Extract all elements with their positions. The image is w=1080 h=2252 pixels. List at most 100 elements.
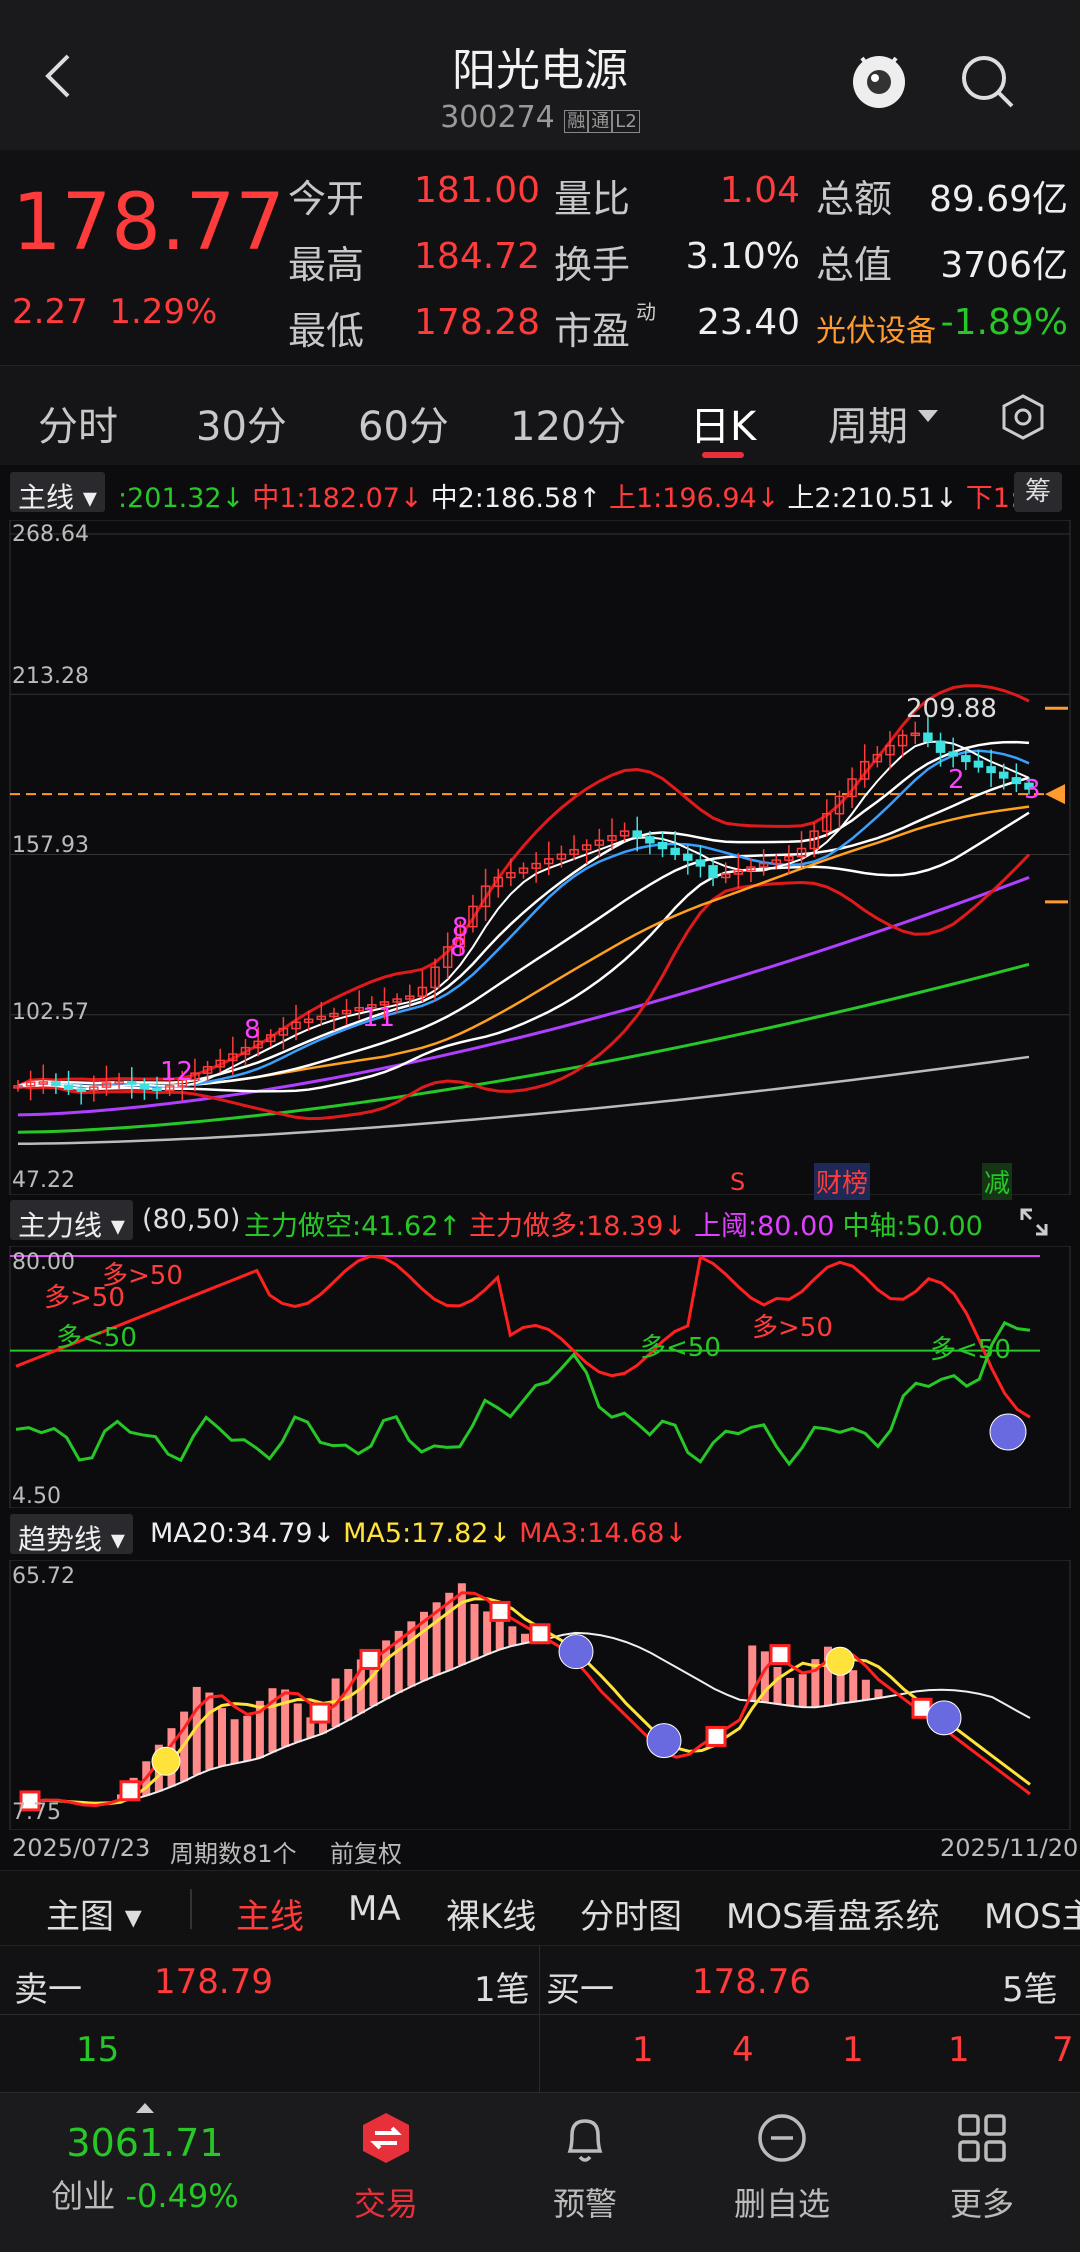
main-y-tick-1: 213.28 xyxy=(12,664,89,689)
index-value: 3061.71 xyxy=(66,2121,224,2165)
sell1-detail-0: 15 xyxy=(76,2030,120,2070)
main-legend-item-2: 中2:186.58↑ xyxy=(430,483,601,514)
quote-panel: 178.77 2.27 1.29% 今开 181.00 量比 1.04 总额 89.69亿… xyxy=(0,150,1080,365)
quote-label-2-2: 光伏设备 xyxy=(816,314,936,349)
app-header: 阳光电源 300274 融通 L2 xyxy=(0,0,1080,150)
trend-y-tick-0: 65.72 xyxy=(12,1564,75,1589)
settings-hexagon-icon[interactable] xyxy=(998,392,1048,442)
buy1-count: 5笔 xyxy=(1002,1970,1058,2010)
trend-bar-16 xyxy=(218,1708,226,1767)
jian-badge[interactable]: 减 xyxy=(982,1163,1013,1200)
indicator-tab-fenshi[interactable]: 分时图 xyxy=(580,1889,682,1938)
pe-dynamic-sup: 动 xyxy=(636,300,656,324)
main-y-tick-0: 268.64 xyxy=(12,522,89,547)
signal-number-label-5: 2 xyxy=(948,765,965,795)
buy1-detail-1: 4 xyxy=(732,2030,754,2070)
main-force-tag-label: 主力线 xyxy=(18,1209,103,1242)
nav-alert-label: 预警 xyxy=(552,2185,617,2223)
bottom-nav: 3061.71 创业 -0.49% 交易 预警 删自选 更多 xyxy=(0,2092,1080,2252)
main-line-selector[interactable]: 主线 ▾ xyxy=(10,472,105,514)
main-legend-item-4: 上2:210.51↓ xyxy=(787,483,958,514)
mid-legend-item-1: 主力做多:18.39↓ xyxy=(469,1211,687,1242)
tab-60min[interactable]: 60分 xyxy=(358,394,449,452)
indicator-tab-mos-main[interactable]: MOS主 xyxy=(984,1889,1080,1938)
change-pct: 1.29% xyxy=(109,292,218,332)
tab-fenshi[interactable]: 分时 xyxy=(38,394,118,452)
bell-icon xyxy=(558,2111,612,2165)
indicator-tab-mos[interactable]: MOS看盘系统 xyxy=(726,1889,940,1938)
trend-tag-label: 趋势线 xyxy=(18,1523,103,1556)
main-chart-selector[interactable]: 主图 ▾ xyxy=(46,1889,142,1938)
order-book: 卖一 178.79 1笔 15 买一 178.76 5笔 1 4 1 1 7 xyxy=(0,1946,1080,2092)
selector-label: 主图 xyxy=(46,1897,114,1937)
tab-120min[interactable]: 120分 xyxy=(510,394,626,452)
quote-label-0-1: 量比 xyxy=(554,177,631,221)
change-value: 2.27 xyxy=(12,292,88,332)
quote-label-2-1: 市盈 xyxy=(554,309,631,353)
sad-face-marker-1 xyxy=(646,1723,682,1759)
main-kline-chart[interactable]: 128 11882 3 xyxy=(0,520,1080,1195)
main-line-tag-label: 主线 xyxy=(18,481,75,514)
candle-body-11 xyxy=(152,1087,162,1092)
buy1-detail-4: 7 xyxy=(1052,2030,1074,2070)
main-y-tick-4: 47.22 xyxy=(12,1168,75,1193)
chip-button[interactable]: 筹 xyxy=(1014,472,1062,512)
quote-value-0-2: 89.69亿 xyxy=(928,179,1068,220)
sad-face-marker-0 xyxy=(558,1634,594,1670)
candle-body-75 xyxy=(961,755,971,763)
tag-rong: 融 xyxy=(564,110,589,133)
period-count: 周期数81个 xyxy=(170,1840,297,1868)
sad-face-icon xyxy=(989,1413,1027,1451)
trend-chart[interactable] xyxy=(0,1560,1080,1830)
main-force-selector[interactable]: 主力线 ▾ xyxy=(10,1200,133,1242)
signal-number-label-2: 11 xyxy=(362,1003,395,1033)
signal-label-5: 多<50 xyxy=(930,1335,1011,1365)
trend-bar-15 xyxy=(205,1692,214,1770)
search-icon[interactable] xyxy=(958,52,1018,112)
candle-body-77 xyxy=(986,766,996,774)
indicator-tab-ma[interactable]: MA xyxy=(348,1889,401,1929)
main-legend-item-1: 中1:182.07↓ xyxy=(252,483,423,514)
quote-value-2-2: -1.89% xyxy=(940,302,1068,343)
tab-daily-k[interactable]: 日K xyxy=(690,394,756,452)
sad-face-marker-2 xyxy=(926,1700,962,1736)
nav-trade-label: 交易 xyxy=(353,2185,418,2223)
nav-remove-watchlist[interactable]: 删自选 xyxy=(712,2111,852,2225)
trend-bar-20 xyxy=(268,1688,277,1753)
indicator-tab-main[interactable]: 主线 xyxy=(236,1889,304,1938)
indicator-tab-naked-k[interactable]: 裸K线 xyxy=(446,1889,536,1938)
trend-line-selector[interactable]: 趋势线 ▾ xyxy=(10,1514,133,1556)
buy1-label: 买一 xyxy=(546,1970,614,2010)
caibang-badge[interactable]: 财榜 xyxy=(814,1163,871,1200)
tab-period[interactable]: 周期 xyxy=(828,394,908,452)
nav-trade[interactable]: 交易 xyxy=(316,2111,456,2225)
nav-more[interactable]: 更多 xyxy=(912,2111,1052,2225)
tab-30min[interactable]: 30分 xyxy=(196,394,287,452)
tag-l2: L2 xyxy=(612,110,640,133)
quote-value-2-0: 178.28 xyxy=(414,302,540,343)
quote-value-1-2: 3706亿 xyxy=(940,245,1068,286)
period-tabs: 分时 30分 60分 120分 日K 周期 xyxy=(0,365,1080,465)
buy1-detail-2: 1 xyxy=(842,2030,864,2070)
candle-body-73 xyxy=(935,740,946,753)
main-legend-item-3: 上1:196.94↓ xyxy=(608,483,780,514)
index-name: 创业 xyxy=(51,2177,116,2215)
nav-alert[interactable]: 预警 xyxy=(515,2111,655,2225)
index-ticker[interactable]: 3061.71 创业 -0.49% xyxy=(40,2103,250,2217)
main-force-chart[interactable]: 多>50多>50多<50 多<50多>50多<50 xyxy=(0,1246,1080,1508)
price-change: 2.27 1.29% xyxy=(12,292,217,332)
main-legend-item-0: :201.32↓ xyxy=(118,483,245,514)
adjust-mode[interactable]: 前复权 xyxy=(330,1834,402,1869)
start-date: 2025/07/23 xyxy=(12,1834,151,1862)
mid-chart-legend: 主力线 ▾ (80,50) 主力做空:41.62↑ 主力做多:18.39↓ 上阈:8… xyxy=(0,1200,1080,1244)
main-y-tick-3: 102.57 xyxy=(12,1000,89,1025)
signal-number-label-4: 8 xyxy=(452,913,469,943)
signal-label-2: 多<50 xyxy=(56,1323,137,1353)
quote-label-0-2: 总额 xyxy=(816,177,893,221)
high-price-label: 209.88 xyxy=(906,694,997,724)
expand-icon[interactable] xyxy=(1018,1206,1050,1238)
trend-marker-5 xyxy=(529,1623,551,1645)
robot-icon[interactable] xyxy=(848,46,910,112)
ma-30-line xyxy=(17,805,1030,1088)
trend-bar-18 xyxy=(243,1715,252,1762)
